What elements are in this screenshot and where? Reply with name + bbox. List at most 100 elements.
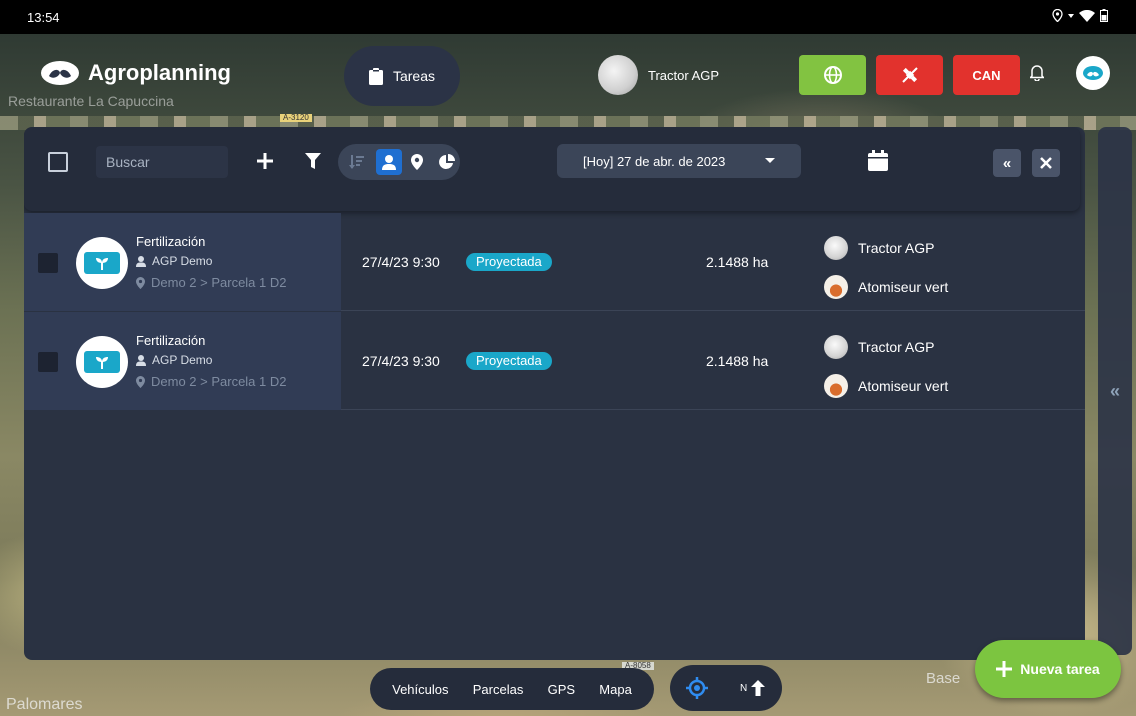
brand-name: Agroplanning — [88, 60, 231, 85]
map-controls: N — [670, 665, 782, 711]
tasks-label: Tareas — [392, 68, 436, 84]
task-type-avatar — [76, 237, 128, 289]
notifications-button[interactable] — [1028, 64, 1046, 86]
side-panel-toggle[interactable]: « — [1098, 127, 1132, 655]
sprout-icon — [96, 357, 108, 369]
location-icon — [136, 276, 145, 289]
task-vehicle: Tractor AGP — [824, 236, 935, 260]
task-vehicle-name: Tractor AGP — [858, 339, 935, 355]
task-location: Demo 2 > Parcela 1 D2 — [136, 374, 286, 389]
brand-avatar-icon — [1083, 66, 1103, 80]
task-title: Fertilización — [136, 234, 206, 249]
app-logo: Agroplanning — [40, 60, 231, 86]
sort-icon — [349, 155, 364, 169]
status-bar: 13:54 — [0, 0, 1136, 34]
filter-icon — [305, 152, 321, 169]
nav-parcels[interactable]: Parcelas — [473, 682, 524, 697]
date-selector[interactable]: [Hoy] 27 de abr. de 2023 — [557, 144, 801, 178]
task-datetime: 27/4/23 9:30 — [362, 353, 440, 369]
tractor-avatar — [824, 335, 848, 359]
gps-status-button[interactable] — [876, 55, 943, 95]
map-label-base: Base — [926, 670, 961, 687]
sprout-icon — [96, 258, 108, 270]
collapse-panel-button[interactable]: « — [993, 149, 1021, 177]
implement-avatar — [824, 275, 848, 299]
arrow-up-icon — [751, 680, 766, 696]
location-icon — [136, 375, 145, 388]
clipboard-icon — [368, 67, 383, 85]
double-chevron-left-icon: « — [1109, 380, 1120, 401]
user-icon — [136, 255, 146, 267]
task-implement: Atomiseur vert — [824, 374, 948, 398]
task-row[interactable]: Fertilización AGP Demo Demo 2 > Parcela … — [24, 312, 1085, 410]
status-time: 13:54 — [27, 10, 60, 25]
task-user: AGP Demo — [136, 353, 212, 367]
add-icon — [257, 153, 273, 169]
task-implement-name: Atomiseur vert — [858, 378, 949, 394]
user-icon — [136, 354, 146, 366]
satellite-off-icon — [901, 67, 918, 83]
network-status-button[interactable] — [799, 55, 866, 95]
can-label: CAN — [972, 67, 1001, 83]
nav-map[interactable]: Mapa — [599, 682, 632, 697]
crosshair-icon — [686, 677, 708, 699]
calendar-icon — [868, 149, 888, 171]
location-icon — [411, 154, 423, 170]
compass-button[interactable]: N — [740, 680, 766, 696]
task-user: AGP Demo — [136, 254, 212, 268]
task-title: Fertilización — [136, 333, 206, 348]
nav-gps[interactable]: GPS — [548, 682, 575, 697]
add-task-button[interactable] — [250, 146, 280, 176]
bell-icon — [1028, 65, 1046, 82]
sort-toggle[interactable] — [344, 149, 370, 175]
task-row[interactable]: Fertilización AGP Demo Demo 2 > Parcela … — [24, 213, 1085, 311]
task-implement-name: Atomiseur vert — [858, 279, 949, 295]
select-all-checkbox[interactable] — [48, 152, 68, 172]
tasks-button[interactable]: Tareas — [344, 46, 460, 106]
nav-vehicles[interactable]: Vehículos — [392, 682, 448, 697]
task-vehicle-name: Tractor AGP — [858, 240, 935, 256]
pie-chart-icon — [439, 154, 455, 169]
task-implement: Atomiseur vert — [824, 275, 948, 299]
search-placeholder: Buscar — [106, 154, 150, 170]
view-mode-segment — [338, 144, 460, 180]
stats-view-toggle[interactable] — [434, 149, 460, 175]
user-avatar[interactable] — [1076, 56, 1110, 90]
vehicle-selector[interactable]: Tractor AGP — [598, 55, 719, 95]
date-label: [Hoy] 27 de abr. de 2023 — [583, 153, 726, 169]
task-vehicle: Tractor AGP — [824, 335, 935, 359]
task-summary: Fertilización AGP Demo Demo 2 > Parcela … — [24, 312, 341, 410]
filter-button[interactable] — [298, 146, 328, 176]
task-row-checkbox[interactable] — [38, 253, 58, 273]
calendar-button[interactable] — [866, 148, 890, 172]
battery-status-icon — [1100, 9, 1108, 22]
task-user-name: AGP Demo — [152, 254, 213, 268]
location-status-icon — [1052, 9, 1063, 22]
new-task-button[interactable]: Nueva tarea — [975, 640, 1121, 698]
task-location-text: Demo 2 > Parcela 1 D2 — [151, 374, 287, 389]
map-layer-nav: Vehículos Parcelas GPS Mapa — [370, 668, 654, 710]
status-badge: Proyectada — [466, 253, 552, 271]
task-user-name: AGP Demo — [152, 353, 213, 367]
collapse-icon: « — [1002, 154, 1012, 172]
search-input[interactable]: Buscar — [96, 146, 228, 178]
tractor-avatar — [598, 55, 638, 95]
task-location: Demo 2 > Parcela 1 D2 — [136, 275, 286, 290]
task-area: 2.1488 ha — [706, 353, 769, 369]
task-area: 2.1488 ha — [706, 254, 769, 270]
task-location-text: Demo 2 > Parcela 1 D2 — [151, 275, 287, 290]
task-datetime: 27/4/23 9:30 — [362, 254, 440, 270]
user-icon — [382, 154, 396, 170]
close-icon — [1040, 157, 1052, 169]
can-status-button[interactable]: CAN — [953, 55, 1020, 95]
user-view-toggle[interactable] — [376, 149, 402, 175]
system-icons — [1052, 9, 1108, 22]
location-view-toggle[interactable] — [404, 149, 430, 175]
map-label-restaurant: Restaurante La Capuccina — [8, 93, 174, 109]
status-badge: Proyectada — [466, 352, 552, 370]
task-row-checkbox[interactable] — [38, 352, 58, 372]
wifi-status-icon — [1079, 9, 1095, 22]
close-panel-button[interactable] — [1032, 149, 1060, 177]
map-road-label-a3120: A-3120 — [280, 114, 312, 122]
center-location-button[interactable] — [686, 677, 708, 704]
